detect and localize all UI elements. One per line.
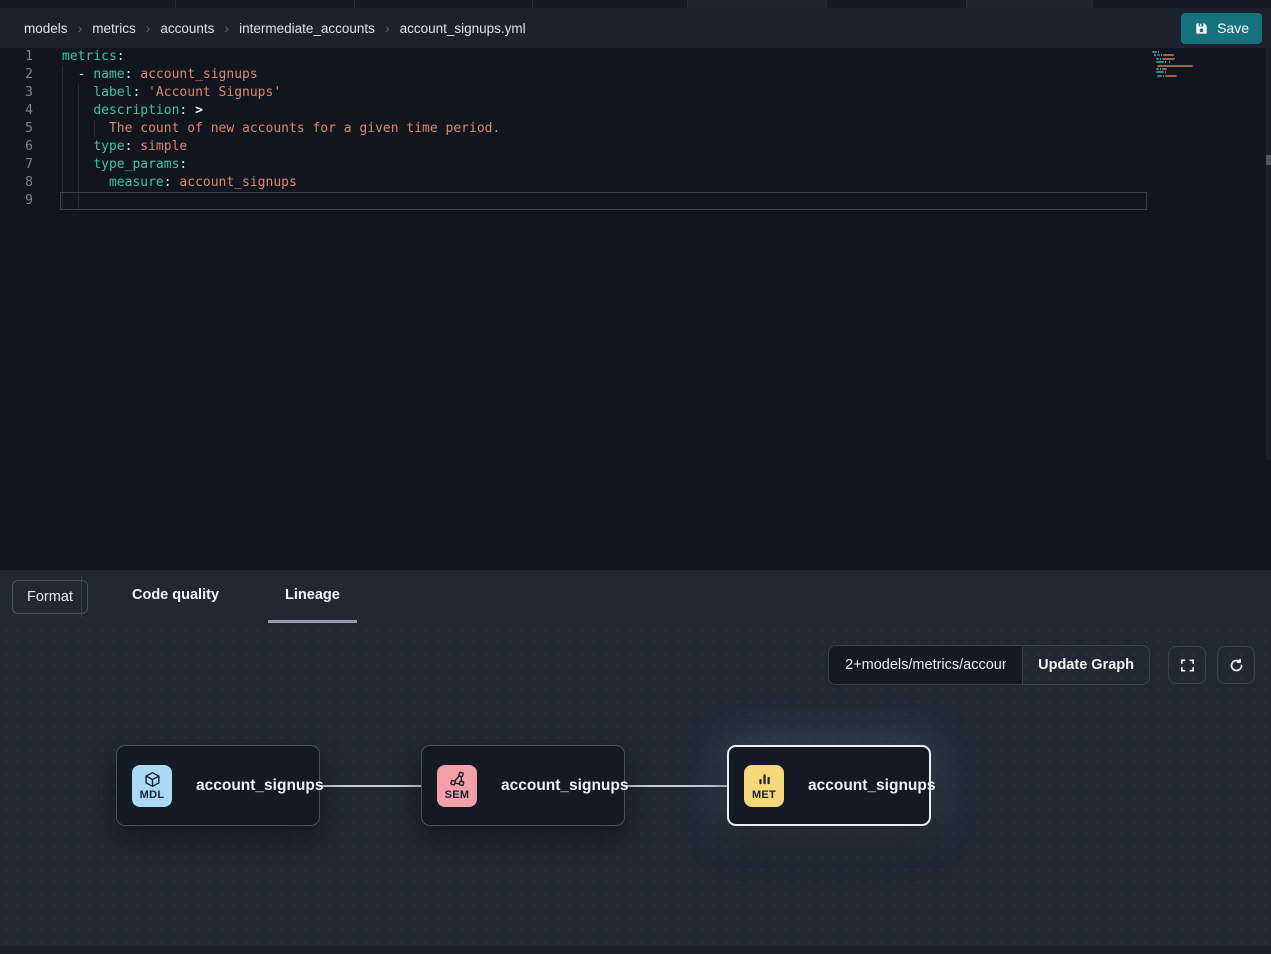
minimap-line bbox=[1152, 71, 1232, 73]
code-line: 7 type_params: bbox=[0, 156, 1271, 174]
breadcrumb-separator-icon: › bbox=[146, 20, 151, 36]
line-number: 7 bbox=[0, 156, 33, 174]
line-number: 5 bbox=[0, 120, 33, 138]
indent-guide bbox=[62, 66, 63, 210]
minimap-line bbox=[1152, 61, 1232, 63]
code-line: 6 type: simple bbox=[0, 138, 1271, 156]
minimap-line bbox=[1152, 58, 1232, 60]
bar-chart-icon bbox=[756, 771, 773, 788]
line-number: 9 bbox=[0, 192, 33, 210]
tab-code-quality[interactable]: Code quality bbox=[115, 570, 236, 623]
editor-scrollbar[interactable] bbox=[1266, 48, 1271, 460]
lineage-node-sem[interactable]: SEM account_signups bbox=[421, 745, 625, 826]
breadcrumb-item[interactable]: accounts bbox=[160, 21, 214, 36]
code-editor[interactable]: 1metrics:2 - name: account_signups3 labe… bbox=[0, 48, 1271, 570]
line-number: 2 bbox=[0, 66, 33, 84]
breadcrumb-separator-icon: › bbox=[385, 20, 390, 36]
fullscreen-button[interactable] bbox=[1168, 646, 1206, 684]
node-label: account_signups bbox=[196, 777, 323, 795]
code-line: 1metrics: bbox=[0, 48, 1271, 66]
line-number: 6 bbox=[0, 138, 33, 156]
editor-tab[interactable] bbox=[176, 0, 355, 8]
editor-tab[interactable] bbox=[688, 0, 827, 8]
node-type-label: MDL bbox=[140, 789, 165, 801]
breadcrumb-item[interactable]: account_signups.yml bbox=[400, 21, 526, 36]
lineage-edge bbox=[625, 785, 727, 787]
breadcrumb-item[interactable]: metrics bbox=[92, 21, 136, 36]
editor-tab[interactable] bbox=[0, 0, 176, 8]
code-text: - name: account_signups bbox=[33, 66, 258, 84]
code-line: 3 label: 'Account Signups' bbox=[0, 84, 1271, 102]
node-label: account_signups bbox=[501, 777, 628, 795]
update-graph-button[interactable]: Update Graph bbox=[1022, 646, 1149, 684]
breadcrumb-separator-icon: › bbox=[78, 20, 83, 36]
panel-tabs: Code quality Lineage bbox=[115, 570, 357, 623]
minimap-line bbox=[1152, 65, 1232, 67]
node-type-label: MET bbox=[752, 789, 776, 801]
file-header-bar: models › metrics › accounts › intermediate_acc… bbox=[0, 8, 1271, 48]
code-line: 2 - name: account_signups bbox=[0, 66, 1271, 84]
active-line-highlight bbox=[60, 192, 1147, 210]
tab-divider bbox=[81, 576, 82, 617]
code-lines: 1metrics:2 - name: account_signups3 labe… bbox=[0, 48, 1271, 210]
code-text: measure: account_signups bbox=[33, 174, 297, 192]
breadcrumb-item[interactable]: intermediate_accounts bbox=[239, 21, 375, 36]
editor-tab[interactable] bbox=[827, 0, 967, 8]
tab-lineage[interactable]: Lineage bbox=[268, 570, 357, 623]
editor-tabstrip bbox=[0, 0, 1271, 8]
format-button[interactable]: Format bbox=[12, 580, 88, 614]
breadcrumb-item[interactable]: models bbox=[24, 21, 68, 36]
code-text: type: simple bbox=[33, 138, 187, 156]
selector-group: Update Graph bbox=[828, 645, 1150, 685]
code-text: The count of new accounts for a given ti… bbox=[33, 120, 500, 138]
refresh-icon bbox=[1228, 657, 1245, 674]
code-text: metrics: bbox=[33, 48, 125, 66]
minimap[interactable] bbox=[1152, 48, 1232, 82]
breadcrumb: models › metrics › accounts › intermediate_acc… bbox=[24, 20, 1181, 36]
editor-tab[interactable] bbox=[1093, 0, 1271, 8]
indent-guide bbox=[94, 120, 95, 138]
cube-icon bbox=[144, 771, 161, 788]
fullscreen-icon bbox=[1179, 657, 1196, 674]
line-number: 3 bbox=[0, 84, 33, 102]
node-type-badge: MDL bbox=[132, 765, 172, 807]
selector-input[interactable] bbox=[829, 646, 1022, 684]
minimap-line bbox=[1152, 75, 1232, 77]
minimap-line bbox=[1152, 68, 1232, 70]
save-button[interactable]: Save bbox=[1181, 13, 1262, 44]
code-text: label: 'Account Signups' bbox=[33, 84, 281, 102]
lineage-node-met[interactable]: METaccount_signups bbox=[727, 745, 931, 826]
code-text bbox=[33, 192, 62, 210]
editor-tab[interactable] bbox=[355, 0, 533, 8]
node-type-badge: MET bbox=[744, 765, 784, 807]
code-line: 5 The count of new accounts for a given … bbox=[0, 120, 1271, 138]
line-number: 1 bbox=[0, 48, 33, 66]
minimap-line bbox=[1152, 54, 1232, 56]
node-label: account_signups bbox=[808, 777, 935, 795]
save-label: Save bbox=[1217, 20, 1249, 36]
lineage-edge bbox=[320, 785, 421, 787]
refresh-button[interactable] bbox=[1217, 646, 1255, 684]
editor-scrollbar-thumb[interactable] bbox=[1266, 155, 1271, 165]
node-type-badge: SEM bbox=[437, 765, 477, 807]
minimap-line bbox=[1152, 51, 1232, 53]
lineage-controls: Update Graph bbox=[828, 645, 1255, 685]
save-icon bbox=[1194, 21, 1209, 36]
code-text: description: > bbox=[33, 102, 203, 120]
panel-bottom-strip bbox=[0, 946, 1271, 954]
node-type-label: SEM bbox=[445, 789, 470, 801]
line-number: 8 bbox=[0, 174, 33, 192]
minimap-line bbox=[1152, 78, 1232, 80]
code-line: 4 description: > bbox=[0, 102, 1271, 120]
line-number: 4 bbox=[0, 102, 33, 120]
editor-tab[interactable] bbox=[533, 0, 688, 8]
lineage-node-mdl[interactable]: MDL account_signups bbox=[116, 745, 320, 826]
code-text: type_params: bbox=[33, 156, 187, 174]
breadcrumb-separator-icon: › bbox=[224, 20, 229, 36]
bottom-panel: Format Code quality Lineage Update Graph bbox=[0, 570, 1271, 954]
editor-tab[interactable] bbox=[967, 0, 1093, 8]
code-line: 8 measure: account_signups bbox=[0, 174, 1271, 192]
share-network-icon bbox=[449, 771, 466, 788]
